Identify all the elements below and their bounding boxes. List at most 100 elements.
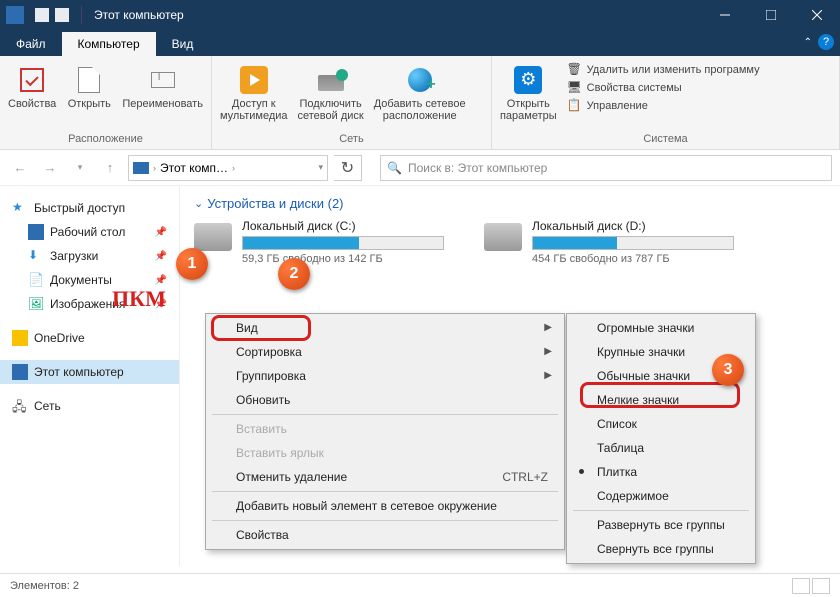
add-network-location-button[interactable]: Добавить сетевое расположение <box>374 60 466 122</box>
annotation-text: ПКМ <box>112 286 166 312</box>
maximize-button[interactable] <box>748 0 794 30</box>
drive-name: Локальный диск (D:) <box>532 219 734 233</box>
open-button[interactable]: Открыть <box>66 60 112 110</box>
quick-access-toolbar <box>35 8 69 22</box>
view-large-icons-button[interactable] <box>812 578 830 594</box>
view-submenu: Огромные значки Крупные значки Обычные з… <box>566 313 756 564</box>
menu-item-properties[interactable]: Свойства <box>208 523 562 547</box>
ribbon-group-label: Система <box>500 133 831 147</box>
drive-usage-bar <box>242 236 444 250</box>
uninstall-program-button[interactable]: Удалить или изменить программу <box>567 62 760 78</box>
search-input[interactable]: 🔍 Поиск в: Этот компьютер <box>380 155 832 181</box>
recent-locations-button[interactable]: ▾ <box>68 156 92 180</box>
app-icon <box>6 6 24 24</box>
menu-item-sort[interactable]: Сортировка▶ <box>208 340 562 364</box>
status-bar: Элементов: 2 <box>0 573 840 597</box>
menu-item-view[interactable]: Вид▶ <box>208 316 562 340</box>
refresh-button[interactable]: ↻ <box>334 155 362 181</box>
drive-item[interactable]: Локальный диск (D:) 454 ГБ свободно из 7… <box>484 219 734 265</box>
uninstall-icon <box>567 62 583 78</box>
management-icon <box>567 98 583 114</box>
sidebar-item-downloads[interactable]: Загрузки <box>0 244 179 268</box>
sidebar-item-onedrive[interactable]: OneDrive <box>0 326 179 350</box>
tab-computer[interactable]: Компьютер <box>62 32 156 56</box>
submenu-arrow-icon: ▶ <box>544 346 552 357</box>
ribbon-group-label: Сеть <box>220 133 483 147</box>
minimize-button[interactable] <box>702 0 748 30</box>
context-menu: Вид▶ Сортировка▶ Группировка▶ Обновить В… <box>205 313 565 550</box>
menu-item-paste: Вставить <box>208 417 562 441</box>
star-icon <box>12 200 28 216</box>
submenu-item-content[interactable]: Содержимое <box>569 484 753 508</box>
qat-icon[interactable] <box>55 8 69 22</box>
address-bar: ← → ▾ ↑ › Этот комп… › ▾ ↻ 🔍 Поиск в: Эт… <box>0 150 840 186</box>
bullet-icon <box>579 469 584 474</box>
submenu-item-details[interactable]: Таблица <box>569 436 753 460</box>
qat-icon[interactable] <box>35 8 49 22</box>
pc-icon <box>133 162 149 174</box>
up-button[interactable]: ↑ <box>98 156 122 180</box>
rename-button[interactable]: Переименовать <box>122 60 203 110</box>
menu-item-undo-delete[interactable]: Отменить удалениеCTRL+Z <box>208 465 562 489</box>
submenu-item-list[interactable]: Список <box>569 412 753 436</box>
ribbon-group-label: Расположение <box>8 133 203 147</box>
submenu-item-collapse-all[interactable]: Свернуть все группы <box>569 537 753 561</box>
close-button[interactable] <box>794 0 840 30</box>
gear-icon <box>514 66 542 94</box>
annotation-bubble: 3 <box>712 354 744 386</box>
breadcrumb-segment[interactable]: Этот комп… <box>160 161 228 175</box>
image-icon <box>28 296 44 312</box>
drive-free-text: 454 ГБ свободно из 787 ГБ <box>532 253 734 265</box>
pc-icon <box>12 364 28 380</box>
annotation-bubble: 2 <box>278 258 310 290</box>
annotation-bubble: 1 <box>176 248 208 280</box>
properties-button[interactable]: Свойства <box>8 60 56 110</box>
checkmark-icon <box>20 68 44 92</box>
collapse-ribbon-icon[interactable]: ⌃ <box>804 37 812 48</box>
submenu-item-extra-large[interactable]: Огромные значки <box>569 316 753 340</box>
status-item-count: Элементов: 2 <box>10 580 79 592</box>
tab-view[interactable]: Вид <box>156 32 210 56</box>
menu-item-add-network-element[interactable]: Добавить новый элемент в сетевое окружен… <box>208 494 562 518</box>
window-title: Этот компьютер <box>94 8 184 22</box>
ribbon: Свойства Открыть Переименовать Расположе… <box>0 56 840 150</box>
search-icon: 🔍 <box>387 161 402 175</box>
keyboard-shortcut: CTRL+Z <box>502 470 548 484</box>
pin-icon <box>155 275 167 286</box>
open-settings-button[interactable]: Открыть параметры <box>500 60 557 122</box>
map-drive-button[interactable]: Подключить сетевой диск <box>298 60 364 122</box>
drive-name: Локальный диск (C:) <box>242 219 444 233</box>
submenu-item-small[interactable]: Мелкие значки <box>569 388 753 412</box>
help-icon[interactable]: ? <box>818 34 834 50</box>
media-access-button[interactable]: Доступ к мультимедиа <box>220 60 288 122</box>
submenu-item-expand-all[interactable]: Развернуть все группы <box>569 513 753 537</box>
submenu-arrow-icon: ▶ <box>544 322 552 333</box>
drive-usage-bar <box>532 236 734 250</box>
drive-free-text: 59,3 ГБ свободно из 142 ГБ <box>242 253 444 265</box>
separator <box>81 6 82 24</box>
view-details-button[interactable] <box>792 578 810 594</box>
drive-icon <box>484 223 522 251</box>
menu-item-group[interactable]: Группировка▶ <box>208 364 562 388</box>
globe-icon <box>408 68 432 92</box>
back-button[interactable]: ← <box>8 156 32 180</box>
section-header[interactable]: Устройства и диски (2) <box>194 196 826 211</box>
submenu-item-tiles[interactable]: Плитка <box>569 460 753 484</box>
forward-button[interactable]: → <box>38 156 62 180</box>
sidebar-item-quick-access[interactable]: Быстрый доступ <box>0 196 179 220</box>
media-icon <box>240 66 268 94</box>
system-properties-button[interactable]: Свойства системы <box>567 80 760 96</box>
tab-file[interactable]: Файл <box>0 32 62 56</box>
menu-item-paste-shortcut: Вставить ярлык <box>208 441 562 465</box>
drive-item[interactable]: Локальный диск (C:) 59,3 ГБ свободно из … <box>194 219 444 265</box>
sidebar-item-this-pc[interactable]: Этот компьютер <box>0 360 179 384</box>
pin-icon <box>155 227 167 238</box>
sidebar-item-network[interactable]: Сеть <box>0 394 179 418</box>
management-button[interactable]: Управление <box>567 98 760 114</box>
desktop-icon <box>28 224 44 240</box>
breadcrumb[interactable]: › Этот комп… › ▾ <box>128 155 328 181</box>
system-icon <box>567 80 583 96</box>
sidebar-item-desktop[interactable]: Рабочий стол <box>0 220 179 244</box>
drive-icon <box>194 223 232 251</box>
menu-item-refresh[interactable]: Обновить <box>208 388 562 412</box>
